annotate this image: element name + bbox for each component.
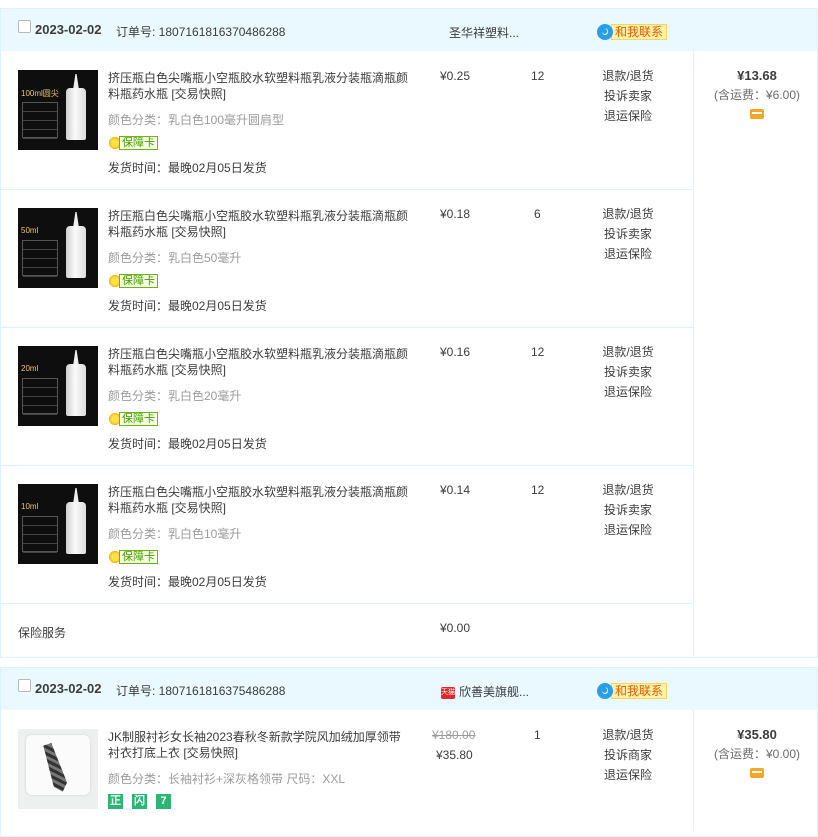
wangwang-icon xyxy=(597,683,613,699)
thumbnail-label: 10ml xyxy=(21,502,39,511)
shipping-fee: (含运费：¥6.00) xyxy=(713,88,801,102)
refund-link[interactable]: 退款/退货 xyxy=(598,204,658,224)
product-thumbnail[interactable]: 100ml圆尖 xyxy=(18,70,98,150)
original-price: ¥180.00 xyxy=(432,728,476,742)
product-title[interactable]: JK制服衬衫女长袖2023春秋冬新款学院风加绒加厚领带衬衣打底上衣 [交易快照] xyxy=(108,729,408,761)
guarantee-badge[interactable]: 保障卡 xyxy=(108,550,158,564)
return-insurance-link[interactable]: 退运保险 xyxy=(598,106,658,126)
seven-day-return-icon[interactable]: 7 xyxy=(156,794,171,809)
product-spec: 颜色分类：乳白色50毫升 xyxy=(108,251,242,265)
shop-name[interactable]: 圣华祥塑料... xyxy=(449,24,519,41)
ship-time: 发货时间：最晚02月05日发货 xyxy=(108,575,267,589)
complain-link[interactable]: 投诉卖家 xyxy=(598,500,658,520)
unit-price: ¥35.80 xyxy=(436,748,473,762)
product-title[interactable]: 挤压瓶白色尖嘴瓶小空瓶胶水软塑料瓶乳液分装瓶滴瓶颜料瓶药水瓶 [交易快照] xyxy=(108,208,408,240)
return-insurance-link[interactable]: 退运保险 xyxy=(598,244,658,264)
complain-link[interactable]: 投诉商家 xyxy=(598,745,658,765)
return-insurance-link[interactable]: 退运保险 xyxy=(598,382,658,402)
shop-name[interactable]: 天猫 欣善美旗舰... xyxy=(441,683,529,700)
item-actions: 退款/退货 投诉卖家 退运保险 xyxy=(598,204,658,264)
order-total: ¥35.80 (含运费：¥0.00) xyxy=(697,727,817,781)
complain-link[interactable]: 投诉卖家 xyxy=(598,362,658,382)
refund-link[interactable]: 退款/退货 xyxy=(598,66,658,86)
product-spec: 颜色分类：乳白色100毫升圆肩型 xyxy=(108,113,285,127)
order-checkbox[interactable] xyxy=(18,20,31,33)
row-divider xyxy=(1,189,693,190)
refund-link[interactable]: 退款/退货 xyxy=(598,725,658,745)
card-icon[interactable] xyxy=(750,768,764,778)
order-total: ¥13.68 (含运费：¥6.00) xyxy=(697,68,817,122)
flash-badge-icon[interactable]: 闪 xyxy=(132,794,147,809)
contact-seller-button[interactable]: 和我联系 xyxy=(597,683,668,699)
row-divider xyxy=(1,603,693,604)
product-spec: 颜色分类：乳白色20毫升 xyxy=(108,389,242,403)
refund-link[interactable]: 退款/退货 xyxy=(598,480,658,500)
shipping-fee: (含运费：¥0.00) xyxy=(713,747,801,761)
quantity: 12 xyxy=(531,483,545,497)
product-thumbnail[interactable]: 10ml xyxy=(18,484,98,564)
order-header: 2023-02-02 订单号: 1807161816375486288 天猫 欣善… xyxy=(1,668,817,710)
total-amount: ¥13.68 xyxy=(737,68,777,83)
refund-link[interactable]: 退款/退货 xyxy=(598,342,658,362)
ship-time: 发货时间：最晚02月05日发货 xyxy=(108,161,267,175)
unit-price: ¥0.16 xyxy=(440,345,471,359)
order-checkbox[interactable] xyxy=(18,679,31,692)
product-spec: 颜色分类：乳白色10毫升 xyxy=(108,527,242,541)
guarantee-badge[interactable]: 保障卡 xyxy=(108,412,158,426)
return-insurance-link[interactable]: 退运保险 xyxy=(598,765,658,785)
product-thumbnail[interactable]: 20ml xyxy=(18,346,98,426)
complain-link[interactable]: 投诉卖家 xyxy=(598,224,658,244)
quantity: 12 xyxy=(531,69,545,83)
row-divider xyxy=(1,465,693,466)
order-number: 订单号: 1807161816375486288 xyxy=(116,684,286,698)
product-title[interactable]: 挤压瓶白色尖嘴瓶小空瓶胶水软塑料瓶乳液分装瓶滴瓶颜料瓶药水瓶 [交易快照] xyxy=(108,346,408,378)
order-date: 2023-02-02 xyxy=(35,681,102,696)
product-title[interactable]: 挤压瓶白色尖嘴瓶小空瓶胶水软塑料瓶乳液分装瓶滴瓶颜料瓶药水瓶 [交易快照] xyxy=(108,484,408,516)
ship-time: 发货时间：最晚02月05日发货 xyxy=(108,437,267,451)
guarantee-badge[interactable]: 保障卡 xyxy=(108,136,158,150)
authentic-badge-icon[interactable]: 正 xyxy=(108,794,123,809)
thumbnail-label: 50ml xyxy=(21,226,39,235)
total-amount: ¥35.80 xyxy=(737,727,777,742)
item-actions: 退款/退货 投诉卖家 退运保险 xyxy=(598,342,658,402)
complain-link[interactable]: 投诉卖家 xyxy=(598,86,658,106)
quantity: 6 xyxy=(534,207,541,221)
order-date: 2023-02-02 xyxy=(35,22,102,37)
thumbnail-label: 100ml圆尖 xyxy=(21,89,59,98)
product-title[interactable]: 挤压瓶白色尖嘴瓶小空瓶胶水软塑料瓶乳液分装瓶滴瓶颜料瓶药水瓶 [交易快照] xyxy=(108,70,408,102)
insurance-price: ¥0.00 xyxy=(440,621,471,635)
tmall-icon: 天猫 xyxy=(441,686,455,699)
quantity: 1 xyxy=(534,728,541,742)
item-actions: 退款/退货 投诉卖家 退运保险 xyxy=(598,480,658,540)
unit-price: ¥0.14 xyxy=(440,483,471,497)
product-thumbnail[interactable]: 50ml xyxy=(18,208,98,288)
order-header: 2023-02-02 订单号: 1807161816370486288 圣华祥塑… xyxy=(1,9,817,51)
wangwang-icon xyxy=(597,24,613,40)
return-insurance-link[interactable]: 退运保险 xyxy=(598,520,658,540)
thumbnail-label: 20ml xyxy=(21,364,39,373)
ship-time: 发货时间：最晚02月05日发货 xyxy=(108,299,267,313)
item-actions: 退款/退货 投诉卖家 退运保险 xyxy=(598,66,658,126)
guarantee-badge[interactable]: 保障卡 xyxy=(108,274,158,288)
unit-price: ¥0.25 xyxy=(440,69,471,83)
order-number: 订单号: 1807161816370486288 xyxy=(116,25,286,39)
unit-price: ¥0.18 xyxy=(440,207,471,221)
item-actions: 退款/退货 投诉商家 退运保险 xyxy=(598,725,658,785)
total-column-divider xyxy=(693,710,694,831)
contact-seller-button[interactable]: 和我联系 xyxy=(597,24,668,40)
row-divider xyxy=(1,327,693,328)
total-column-divider xyxy=(693,51,694,657)
product-spec: 颜色分类：长袖衬衫+深灰格领带 尺码：XXL xyxy=(108,772,346,786)
product-thumbnail[interactable] xyxy=(18,729,98,809)
insurance-label: 保险服务 xyxy=(18,626,67,640)
card-icon[interactable] xyxy=(750,109,764,119)
quantity: 12 xyxy=(531,345,545,359)
